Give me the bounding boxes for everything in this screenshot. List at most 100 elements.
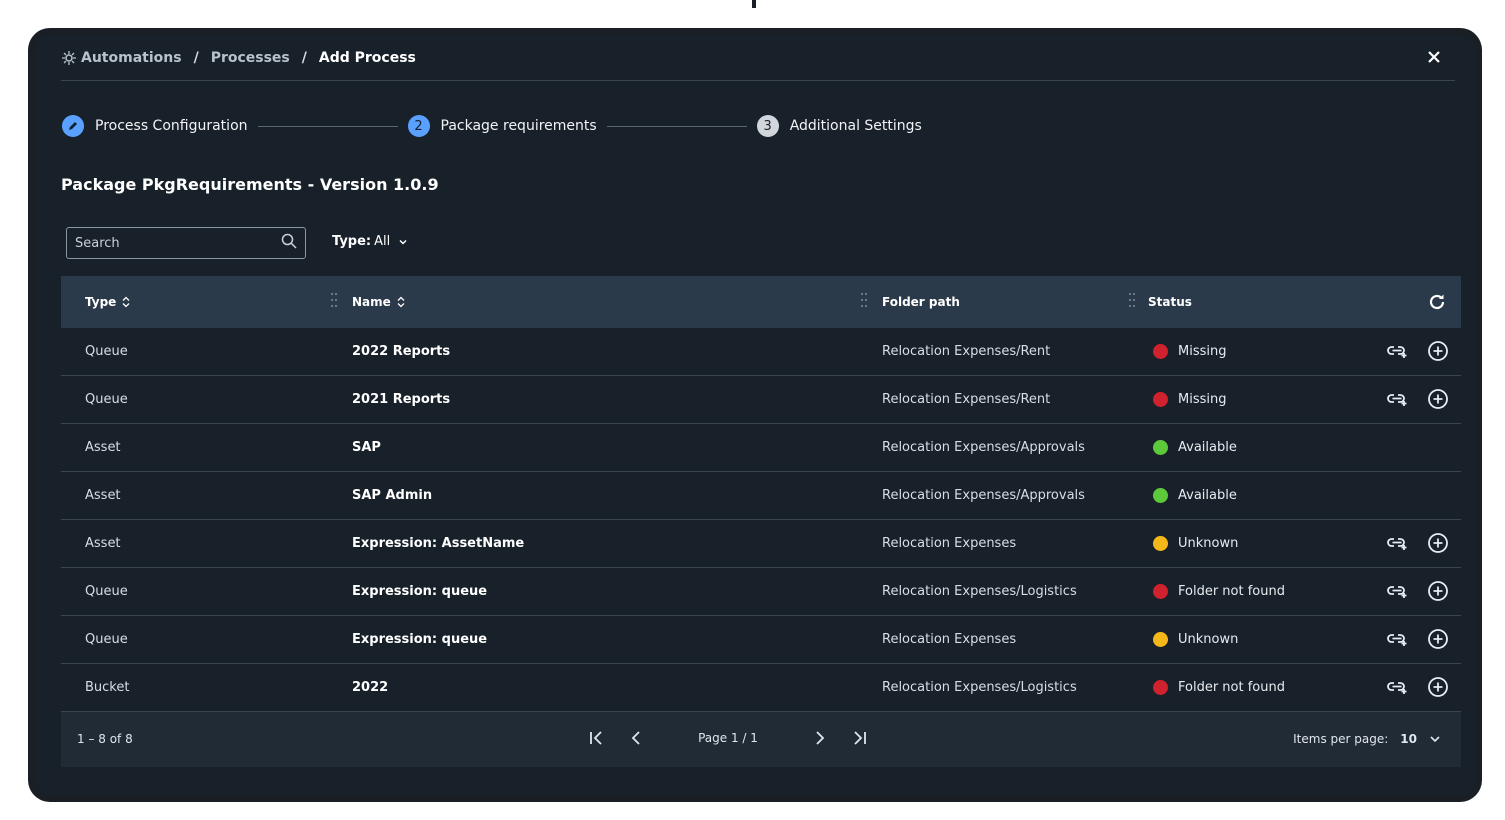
status-dot — [1153, 632, 1168, 647]
pagination-range: 1 – 8 of 8 — [77, 732, 133, 746]
step-package-requirements[interactable]: 2 Package requirements — [407, 115, 597, 137]
cell-status: Folder not found — [1153, 664, 1285, 711]
status-dot — [1153, 440, 1168, 455]
first-page-icon[interactable] — [585, 726, 609, 750]
cell-folder-path: Relocation Expenses/Logistics — [882, 584, 1077, 599]
status-label: Available — [1178, 488, 1237, 503]
dialog-header: Automations / Processes / Add Process — [61, 35, 1455, 81]
add-circle-icon[interactable] — [1427, 580, 1449, 602]
search-box — [66, 227, 306, 259]
table-row[interactable]: Asset SAP Admin Relocation Expenses/Approv… — [61, 472, 1461, 520]
breadcrumb-automations[interactable]: Automations — [81, 50, 182, 66]
step-connector — [606, 125, 747, 127]
link-add-icon[interactable] — [1387, 340, 1409, 362]
table-row[interactable]: Queue Expression: queue Relocation Expense… — [61, 568, 1461, 616]
add-process-dialog: Automations / Processes / Add Process Pr… — [35, 35, 1475, 795]
items-per-page-value[interactable]: 10 — [1400, 732, 1417, 746]
row-actions — [1387, 628, 1449, 650]
frame-notch — [752, 0, 756, 8]
step-number: 3 — [756, 115, 779, 137]
breadcrumb-processes[interactable]: Processes — [211, 50, 290, 66]
add-circle-icon[interactable] — [1427, 628, 1449, 650]
requirements-table: Type Name Folder path Status Queue 2022 … — [61, 276, 1461, 712]
cell-type: Asset — [85, 536, 121, 551]
type-filter-label: Type: — [332, 234, 372, 249]
table-row[interactable]: Queue 2022 Reports Relocation Expenses/Ren… — [61, 328, 1461, 376]
cell-folder-path: Relocation Expenses/Logistics — [882, 680, 1077, 695]
pagination-controls: Page 1 / 1 — [585, 726, 871, 750]
cell-folder-path: Relocation Expenses/Approvals — [882, 440, 1085, 455]
table-row[interactable]: Asset SAP Relocation Expenses/Approvals Ava… — [61, 424, 1461, 472]
add-circle-icon[interactable] — [1427, 676, 1449, 698]
add-circle-icon[interactable] — [1427, 340, 1449, 362]
status-label: Missing — [1178, 344, 1227, 359]
cell-type: Queue — [85, 632, 128, 647]
cell-name: 2022 Reports — [352, 344, 451, 359]
pagination-bar: 1 – 8 of 8 Page 1 / 1 Items per page: 10 — [61, 712, 1461, 767]
cell-folder-path: Relocation Expenses — [882, 632, 1017, 647]
device-frame: Automations / Processes / Add Process Pr… — [28, 28, 1482, 802]
link-add-icon[interactable] — [1387, 532, 1409, 554]
cell-folder-path: Relocation Expenses/Rent — [882, 392, 1051, 407]
add-circle-icon[interactable] — [1427, 388, 1449, 410]
table-row[interactable]: Asset Expression: AssetName Relocation Exp… — [61, 520, 1461, 568]
column-label: Name — [352, 295, 391, 309]
package-title: Package PkgRequirements - Version 1.0.9 — [61, 175, 439, 194]
column-header-folder-path: Folder path — [882, 295, 960, 309]
cell-type: Queue — [85, 344, 128, 359]
cell-name: SAP Admin — [352, 488, 433, 503]
link-add-icon[interactable] — [1387, 580, 1409, 602]
row-actions — [1387, 388, 1449, 410]
column-label: Status — [1148, 295, 1192, 309]
close-icon[interactable] — [1425, 48, 1443, 66]
link-add-icon[interactable] — [1387, 676, 1409, 698]
drag-handle-icon[interactable] — [1129, 293, 1135, 309]
step-number: 2 — [407, 115, 430, 137]
step-additional-settings[interactable]: 3 Additional Settings — [756, 115, 922, 137]
step-process-configuration[interactable]: Process Configuration — [62, 115, 248, 137]
prev-page-icon[interactable] — [625, 726, 649, 750]
cell-status: Folder not found — [1153, 568, 1285, 615]
step-label: Package requirements — [440, 118, 597, 134]
cell-status: Missing — [1153, 328, 1226, 375]
column-label: Folder path — [882, 295, 960, 309]
row-actions — [1387, 532, 1449, 554]
cell-type: Asset — [85, 440, 121, 455]
status-label: Unknown — [1178, 536, 1239, 551]
cell-type: Asset — [85, 488, 121, 503]
breadcrumb-separator: / — [193, 49, 199, 66]
chevron-down-icon[interactable] — [1429, 733, 1441, 745]
drag-handle-icon[interactable] — [331, 293, 337, 309]
link-add-icon[interactable] — [1387, 388, 1409, 410]
cell-folder-path: Relocation Expenses — [882, 536, 1017, 551]
column-header-name[interactable]: Name — [352, 295, 405, 309]
row-actions — [1387, 340, 1449, 362]
table-header: Type Name Folder path Status — [61, 276, 1461, 328]
items-per-page-label: Items per page: — [1293, 732, 1389, 746]
row-actions — [1387, 580, 1449, 602]
table-row[interactable]: Bucket 2022 Relocation Expenses/Logistics F… — [61, 664, 1461, 712]
breadcrumb: Automations / Processes / Add Process — [61, 50, 416, 66]
drag-handle-icon[interactable] — [861, 293, 867, 309]
cell-status: Available — [1153, 424, 1237, 471]
next-page-icon[interactable] — [807, 726, 831, 750]
last-page-icon[interactable] — [847, 726, 871, 750]
cell-type: Queue — [85, 392, 128, 407]
search-icon[interactable] — [281, 233, 297, 253]
table-row[interactable]: Queue 2021 Reports Relocation Expenses/Ren… — [61, 376, 1461, 424]
search-input[interactable] — [75, 235, 281, 251]
sort-icon[interactable] — [122, 296, 130, 308]
add-circle-icon[interactable] — [1427, 532, 1449, 554]
refresh-icon[interactable] — [1427, 292, 1447, 312]
cell-name: 2021 Reports — [352, 392, 451, 407]
status-dot — [1153, 344, 1168, 359]
sort-icon[interactable] — [397, 296, 405, 308]
column-header-type[interactable]: Type — [85, 295, 130, 309]
cell-name: SAP — [352, 440, 381, 455]
cell-type: Bucket — [85, 680, 130, 695]
type-filter-dropdown[interactable]: Type: All — [332, 234, 408, 249]
link-add-icon[interactable] — [1387, 628, 1409, 650]
column-label: Type — [85, 295, 117, 309]
table-row[interactable]: Queue Expression: queue Relocation Expense… — [61, 616, 1461, 664]
status-dot — [1153, 392, 1168, 407]
